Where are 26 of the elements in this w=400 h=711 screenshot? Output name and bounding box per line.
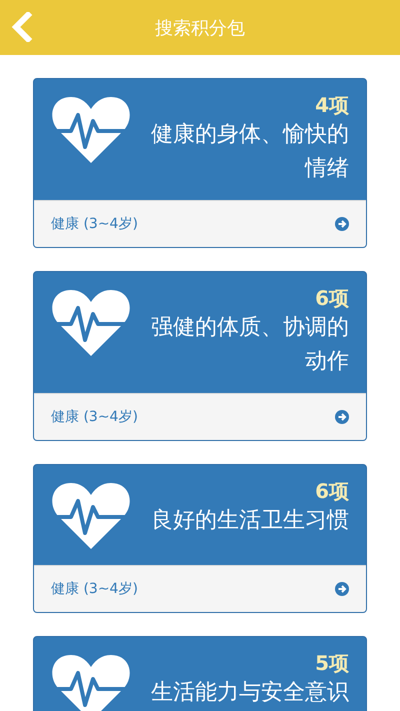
pack-card[interactable]: 4项 健康的身体、愉快的情绪 健康 (3~4岁) xyxy=(33,78,367,248)
heart-pulse-icon xyxy=(51,481,131,551)
card-footer[interactable]: 健康 (3~4岁) xyxy=(34,565,366,612)
pack-card[interactable]: 6项 强健的体质、协调的动作 健康 (3~4岁) xyxy=(33,271,367,441)
category-label: 健康 (3~4岁) xyxy=(51,215,138,233)
card-footer[interactable]: 健康 (3~4岁) xyxy=(34,393,366,440)
pack-card[interactable]: 6项 良好的生活卫生习惯 健康 (3~4岁) xyxy=(33,464,367,613)
arrow-circle-icon xyxy=(335,217,349,231)
item-count: 5项 xyxy=(315,650,349,676)
arrow-circle-icon xyxy=(335,410,349,424)
item-count: 4项 xyxy=(315,92,349,118)
category-label: 健康 (3~4岁) xyxy=(51,580,138,598)
pack-title: 健康的身体、愉快的情绪 xyxy=(150,121,349,183)
arrow-circle-icon xyxy=(335,582,349,596)
heart-pulse-icon xyxy=(51,653,131,711)
pack-card[interactable]: 5项 生活能力与安全意识 xyxy=(33,636,367,711)
item-count: 6项 xyxy=(315,285,349,311)
pack-title: 良好的生活卫生习惯 xyxy=(151,507,349,535)
page-title: 搜索积分包 xyxy=(155,16,245,40)
category-label: 健康 (3~4岁) xyxy=(51,408,138,426)
heart-pulse-icon xyxy=(51,95,131,165)
card-footer[interactable]: 健康 (3~4岁) xyxy=(34,200,366,247)
item-count: 6项 xyxy=(315,478,349,504)
pack-title: 生活能力与安全意识 xyxy=(151,679,349,707)
pack-title: 强健的体质、协调的动作 xyxy=(150,314,349,376)
heart-pulse-icon xyxy=(51,288,131,358)
